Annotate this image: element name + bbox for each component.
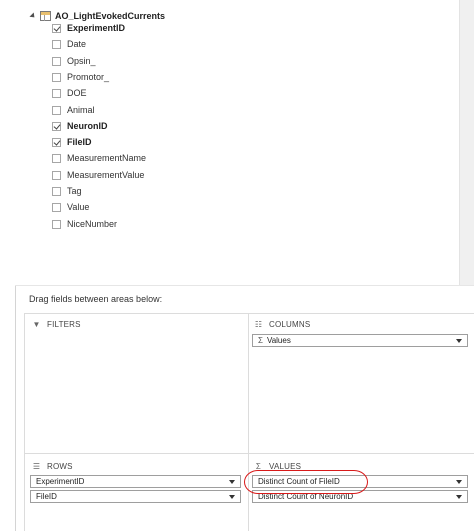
table-name: AO_LightEvokedCurrents <box>55 11 166 21</box>
rows-field-label: FileID <box>36 492 57 501</box>
chevron-down-icon[interactable] <box>456 495 462 499</box>
field-item[interactable]: NeuronID <box>52 119 108 133</box>
field-label: Promotor_ <box>67 72 110 82</box>
field-checkbox[interactable] <box>52 202 61 212</box>
field-item[interactable]: FileID <box>52 135 92 149</box>
filters-label: FILTERS <box>47 319 81 329</box>
columns-label: COLUMNS <box>269 319 311 329</box>
field-checkbox[interactable] <box>52 137 61 147</box>
areas-horizontal-divider <box>24 453 474 454</box>
values-field-label: Distinct Count of FileID <box>258 477 340 486</box>
field-item[interactable]: Tag <box>52 184 82 198</box>
field-checkbox[interactable] <box>52 39 61 49</box>
field-label: ExperimentID <box>67 23 126 33</box>
filter-icon: ▼ <box>32 319 41 329</box>
field-item[interactable]: NiceNumber <box>52 217 117 231</box>
filters-header: ▼ FILTERS <box>32 318 81 330</box>
field-label: DOE <box>67 88 87 98</box>
columns-header: ☷ COLUMNS <box>254 318 310 330</box>
field-label: Opsin_ <box>67 56 96 66</box>
columns-icon: ☷ <box>254 319 263 329</box>
values-field-distinct-neuronid[interactable]: Distinct Count of NeuronID <box>252 490 468 503</box>
field-checkbox[interactable] <box>52 121 61 131</box>
left-panel-edge <box>0 0 16 531</box>
values-label: VALUES <box>269 461 302 471</box>
rows-label: ROWS <box>47 461 73 471</box>
field-label: Tag <box>67 186 82 196</box>
field-checkbox[interactable] <box>52 105 61 115</box>
areas-vertical-divider <box>248 313 249 531</box>
field-item[interactable]: MeasurementName <box>52 151 146 165</box>
table-icon <box>40 11 51 21</box>
field-item[interactable]: DOE <box>52 86 87 100</box>
field-item[interactable]: Promotor_ <box>52 70 109 84</box>
values-header: Σ VALUES <box>254 460 301 472</box>
drag-hint: Drag fields between areas below: <box>29 294 163 304</box>
field-item[interactable]: Value <box>52 200 89 214</box>
columns-field-values[interactable]: Σ Values <box>252 334 468 347</box>
field-checkbox[interactable] <box>52 186 61 196</box>
rows-header: ☰ ROWS <box>32 460 73 472</box>
field-label: Animal <box>67 105 95 115</box>
field-checkbox[interactable] <box>52 23 61 33</box>
field-label: NiceNumber <box>67 219 118 229</box>
values-field-label: Distinct Count of NeuronID <box>258 492 354 501</box>
field-label: NeuronID <box>67 121 108 131</box>
field-checkbox[interactable] <box>52 72 61 82</box>
chevron-down-icon[interactable] <box>456 339 462 343</box>
field-label: Date <box>67 39 87 49</box>
field-label: MeasurementValue <box>67 170 145 180</box>
field-item[interactable]: ExperimentID <box>52 21 125 35</box>
field-checkbox[interactable] <box>52 88 61 98</box>
rows-field-label: ExperimentID <box>36 477 85 486</box>
field-checkbox[interactable] <box>52 56 61 66</box>
field-item[interactable]: MeasurementValue <box>52 168 144 182</box>
field-label: FileID <box>67 137 92 147</box>
rows-icon: ☰ <box>32 461 41 471</box>
values-field-distinct-fileid[interactable]: Distinct Count of FileID <box>252 475 468 488</box>
sigma-icon: Σ <box>258 336 263 345</box>
columns-field-label: Values <box>266 336 291 345</box>
field-checkbox[interactable] <box>52 219 61 229</box>
field-label: Value <box>67 202 90 212</box>
areas-left-border <box>24 313 25 531</box>
rows-field-fileid[interactable]: FileID <box>30 490 241 503</box>
field-item[interactable]: Opsin_ <box>52 54 96 68</box>
field-list-scrollbar[interactable] <box>459 0 474 285</box>
sigma-icon: Σ <box>255 461 262 471</box>
rows-field-experimentid[interactable]: ExperimentID <box>30 475 241 488</box>
field-checkbox[interactable] <box>52 153 61 163</box>
divider <box>15 285 474 286</box>
field-item[interactable]: Animal <box>52 103 95 117</box>
field-item[interactable]: Date <box>52 37 86 51</box>
chevron-down-icon[interactable] <box>229 480 235 484</box>
expand-triangle-icon[interactable] <box>29 12 37 20</box>
chevron-down-icon[interactable] <box>456 480 462 484</box>
areas-top-border <box>24 313 474 314</box>
field-checkbox[interactable] <box>52 170 61 180</box>
field-label: MeasurementName <box>67 153 147 163</box>
chevron-down-icon[interactable] <box>229 495 235 499</box>
